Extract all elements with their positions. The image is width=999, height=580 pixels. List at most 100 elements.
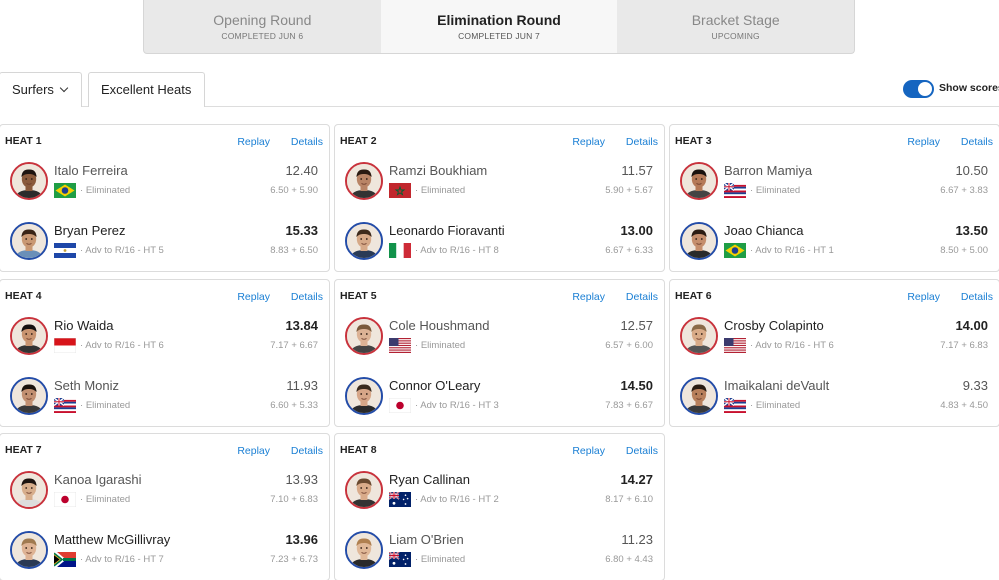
details-link[interactable]: Details: [961, 291, 993, 303]
wave-scores: 7.23 + 6.73: [270, 554, 318, 565]
surfer-row[interactable]: Barron Mamiya · Eliminated 10.50 6.67 + 3.8…: [670, 162, 999, 208]
details-link[interactable]: Details: [291, 445, 323, 457]
wave-scores: 7.17 + 6.67: [270, 340, 318, 351]
surfer-row[interactable]: Bryan Perez · Adv to R/16 - HT 5 15.33 8.83…: [0, 222, 329, 268]
round-status: UPCOMING: [711, 31, 760, 41]
tab-elimination-round[interactable]: Elimination Round COMPLETED JUN 7: [380, 0, 618, 53]
country-flag-icon: [724, 183, 746, 198]
round-name: Elimination Round: [437, 12, 561, 28]
country-flag-icon: [54, 243, 76, 258]
country-flag-icon: [54, 398, 76, 413]
replay-link[interactable]: Replay: [907, 136, 940, 148]
surfers-dropdown[interactable]: Surfers: [0, 72, 82, 107]
wave-scores: 8.83 + 6.50: [270, 245, 318, 256]
surfer-name: Kanoa Igarashi: [54, 472, 142, 487]
heat-score: 14.50: [620, 378, 653, 393]
heat-card: HEAT 7 Replay Details Kanoa Igarashi · Elimi…: [0, 433, 330, 580]
filter-bar: Surfers Excellent Heats Show scores: [0, 72, 999, 107]
wave-scores: 7.83 + 6.67: [605, 400, 653, 411]
details-link[interactable]: Details: [291, 291, 323, 303]
surfer-row[interactable]: Leonardo Fioravanti · Adv to R/16 - HT 8 1…: [335, 222, 664, 268]
surfer-row[interactable]: Ryan Callinan · Adv to R/16 - HT 2 14.27 8.…: [335, 471, 664, 517]
replay-link[interactable]: Replay: [572, 445, 605, 457]
surfer-status: · Adv to R/16 - HT 7: [80, 554, 164, 565]
heat-score: 11.57: [621, 163, 653, 178]
chevron-down-icon: [59, 83, 69, 93]
country-flag-icon: [389, 183, 411, 198]
heat-card: HEAT 4 Replay Details Rio Waida · Adv to R/1…: [0, 279, 330, 427]
show-scores-toggle[interactable]: [903, 80, 934, 98]
surfer-row[interactable]: Joao Chianca · Adv to R/16 - HT 1 13.50 8.5…: [670, 222, 999, 268]
excellent-heats-tab[interactable]: Excellent Heats: [88, 72, 205, 107]
heat-card: HEAT 2 Replay Details Ramzi Boukhiam · Elimi…: [334, 124, 665, 272]
heat-score: 14.00: [955, 318, 988, 333]
heat-score: 14.27: [620, 472, 653, 487]
status-text: Eliminated: [420, 340, 466, 351]
surfer-row[interactable]: Seth Moniz · Eliminated 11.93 6.60 + 5.33: [0, 377, 329, 423]
country-flag-icon: [54, 183, 76, 198]
heat-title: HEAT 8: [340, 444, 377, 456]
surfer-avatar: [345, 162, 383, 200]
surfer-status: · Eliminated: [750, 400, 801, 411]
country-flag-icon: [389, 243, 411, 258]
surfer-status: · Adv to R/16 - HT 3: [415, 400, 499, 411]
status-text: Adv to R/16 - HT 5: [85, 245, 164, 256]
heat-score: 12.57: [620, 318, 653, 333]
details-link[interactable]: Details: [626, 291, 658, 303]
surfer-status: · Adv to R/16 - HT 2: [415, 494, 499, 505]
surfer-row[interactable]: Kanoa Igarashi · Eliminated 13.93 7.10 + 6.…: [0, 471, 329, 517]
country-flag-icon: [54, 492, 76, 507]
surfer-avatar: [10, 377, 48, 415]
surfer-row[interactable]: Rio Waida · Adv to R/16 - HT 6 13.84 7.17 +…: [0, 317, 329, 363]
surfer-name: Cole Houshmand: [389, 318, 490, 333]
details-link[interactable]: Details: [961, 136, 993, 148]
surfer-avatar: [345, 317, 383, 355]
surfer-status: · Eliminated: [80, 185, 131, 196]
details-link[interactable]: Details: [626, 136, 658, 148]
wave-scores: 8.50 + 5.00: [940, 245, 988, 256]
details-link[interactable]: Details: [291, 136, 323, 148]
surfer-status: · Adv to R/16 - HT 1: [750, 245, 834, 256]
surfer-row[interactable]: Matthew McGillivray · Adv to R/16 - HT 7 1…: [0, 531, 329, 577]
replay-link[interactable]: Replay: [237, 445, 270, 457]
wave-scores: 6.57 + 6.00: [605, 340, 653, 351]
surfer-status: · Adv to R/16 - HT 6: [750, 340, 834, 351]
surfer-name: Seth Moniz: [54, 378, 120, 393]
wave-scores: 6.67 + 3.83: [940, 185, 988, 196]
tab-opening-round[interactable]: Opening Round COMPLETED JUN 6: [144, 0, 381, 53]
surfer-row[interactable]: Liam O'Brien · Eliminated 11.23 6.80 + 4.43: [335, 531, 664, 577]
replay-link[interactable]: Replay: [237, 291, 270, 303]
status-text: Eliminated: [85, 400, 131, 411]
surfer-row[interactable]: Ramzi Boukhiam · Eliminated 11.57 5.90 + 5.…: [335, 162, 664, 208]
surfer-row[interactable]: Imaikalani deVault · Eliminated 9.33 4.83 +…: [670, 377, 999, 423]
surfers-dropdown-label: Surfers: [12, 82, 54, 97]
round-tabs: Opening Round COMPLETED JUN 6 Eliminatio…: [143, 0, 855, 54]
wave-scores: 7.10 + 6.83: [270, 494, 318, 505]
details-link[interactable]: Details: [626, 445, 658, 457]
replay-link[interactable]: Replay: [907, 291, 940, 303]
status-text: Adv to R/16 - HT 8: [420, 245, 499, 256]
heat-score: 12.40: [285, 163, 318, 178]
heat-card: HEAT 5 Replay Details Cole Houshmand · Elimi…: [334, 279, 665, 427]
status-text: Eliminated: [85, 185, 131, 196]
round-name: Bracket Stage: [691, 12, 780, 28]
replay-link[interactable]: Replay: [572, 291, 605, 303]
replay-link[interactable]: Replay: [572, 136, 605, 148]
status-text: Eliminated: [420, 185, 466, 196]
surfer-status: · Eliminated: [415, 185, 466, 196]
surfer-status: · Eliminated: [750, 185, 801, 196]
country-flag-icon: [389, 492, 411, 507]
surfer-row[interactable]: Crosby Colapinto · Adv to R/16 - HT 6 14.0…: [670, 317, 999, 363]
status-text: Eliminated: [85, 494, 131, 505]
heat-score: 9.33: [962, 378, 988, 393]
surfer-row[interactable]: Cole Houshmand · Eliminated 12.57 6.57 + 6.…: [335, 317, 664, 363]
surfer-name: Italo Ferreira: [54, 163, 128, 178]
heat-score: 11.23: [621, 532, 653, 547]
surfer-row[interactable]: Connor O'Leary · Adv to R/16 - HT 3 14.50 7…: [335, 377, 664, 423]
status-text: Adv to R/16 - HT 1: [755, 245, 834, 256]
heat-title: HEAT 6: [675, 290, 712, 302]
replay-link[interactable]: Replay: [237, 136, 270, 148]
tab-bracket-stage[interactable]: Bracket Stage UPCOMING: [617, 0, 854, 53]
surfer-avatar: [10, 222, 48, 260]
surfer-row[interactable]: Italo Ferreira · Eliminated 12.40 6.50 + 5.…: [0, 162, 329, 208]
